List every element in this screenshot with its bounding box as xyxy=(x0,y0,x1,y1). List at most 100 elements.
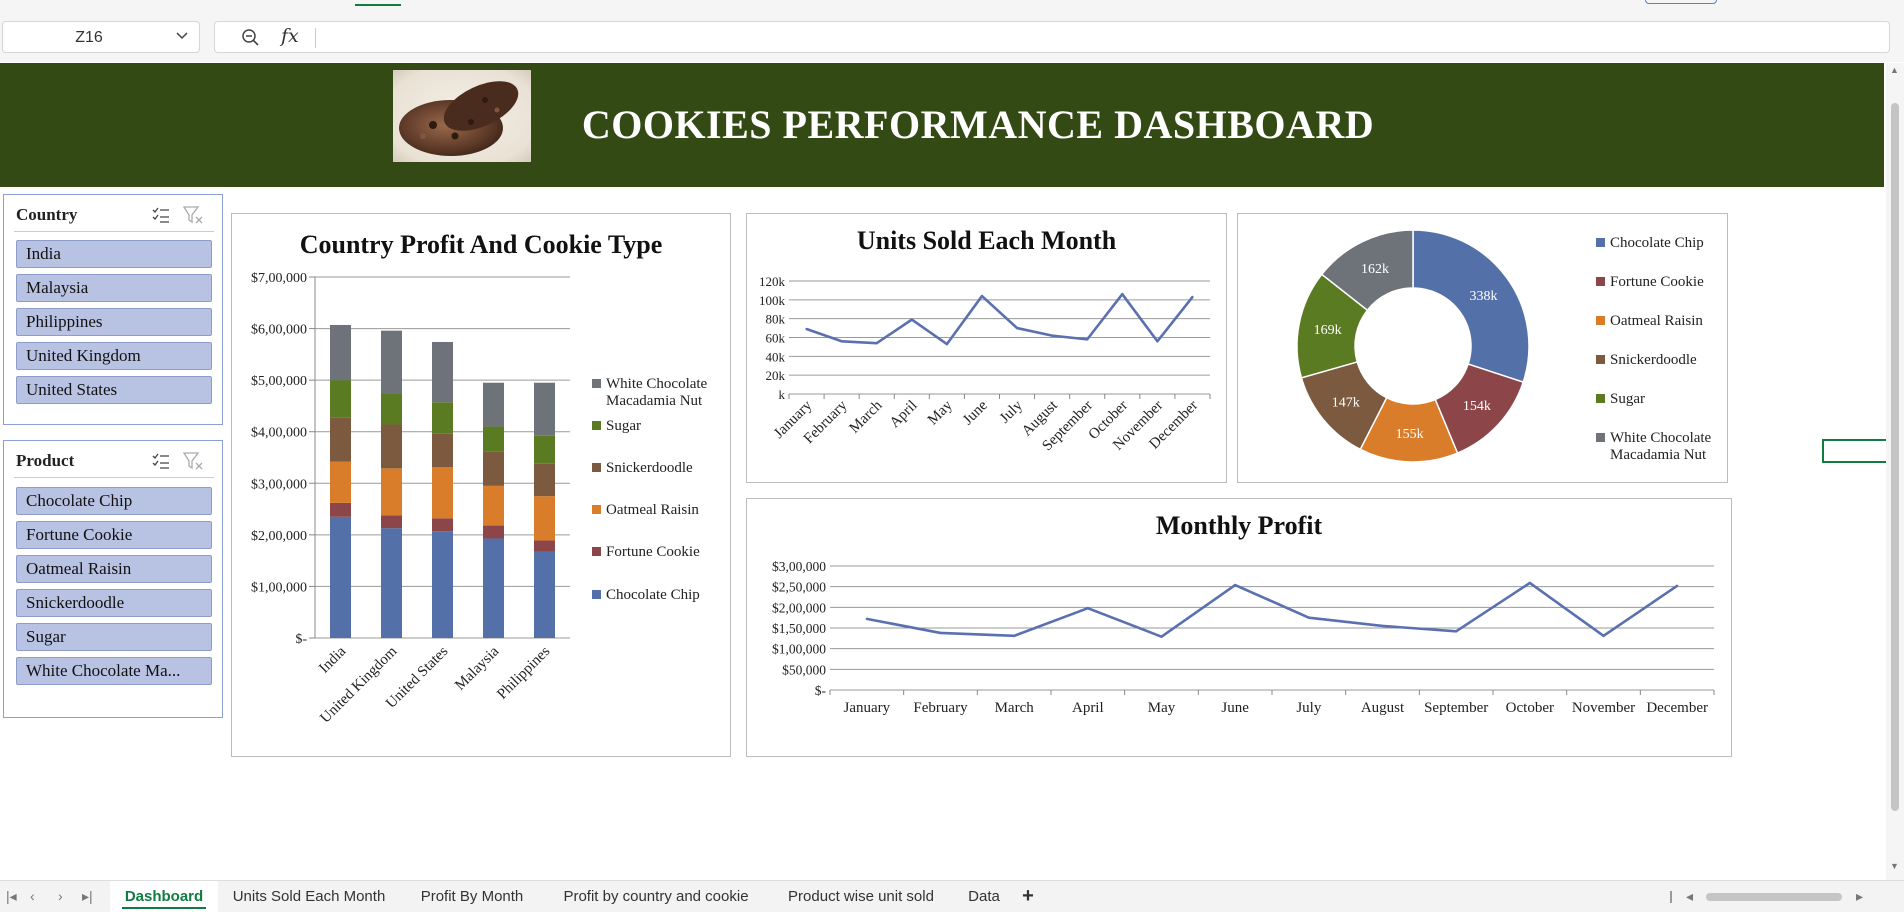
clear-filter-icon[interactable] xyxy=(182,451,204,471)
slicer-item-united-kingdom[interactable]: United Kingdom xyxy=(16,342,212,370)
clear-filter-icon[interactable] xyxy=(182,205,204,225)
country-slicer-title: Country xyxy=(16,205,78,224)
legend-swatch xyxy=(1596,433,1605,442)
data-point xyxy=(1015,326,1019,330)
monthly-profit-chart[interactable]: Monthly Profit $- $50,000 $1,00,000 $1,50,0… xyxy=(746,498,1732,757)
slicer-item-malaysia[interactable]: Malaysia xyxy=(16,274,212,302)
chevron-down-icon[interactable] xyxy=(175,28,189,42)
data-point xyxy=(1307,616,1311,619)
slicer-item-united-states[interactable]: United States xyxy=(16,376,212,404)
tab-product-wise-unit-sold[interactable]: Product wise unit sold xyxy=(768,881,954,912)
data-point xyxy=(1675,584,1679,588)
bar-segment xyxy=(483,451,504,486)
x-tick-label: December xyxy=(1646,700,1708,716)
x-tick-label: Malaysia xyxy=(452,643,502,693)
data-point xyxy=(805,327,808,331)
first-sheet-icon[interactable]: |◂ xyxy=(6,888,17,905)
country-profit-chart[interactable]: Country Profit And Cookie Type $- $1,00,0… xyxy=(231,213,731,757)
y-tick-label: $2,50,000 xyxy=(772,580,826,595)
legend-swatch xyxy=(1596,277,1605,286)
zoom-icon[interactable] xyxy=(241,28,261,48)
legend-label: Fortune Cookie xyxy=(1610,274,1704,290)
legend-swatch xyxy=(1596,355,1605,364)
product-share-chart[interactable]: 338k 154k 155k 147k 169k 162k Chocolate Chip Fo… xyxy=(1237,213,1728,483)
x-tick-label: Philippines xyxy=(494,643,553,702)
tab-profit-by-country-and-cookie[interactable]: Profit by country and cookie xyxy=(544,881,768,912)
horizontal-scroll-thumb[interactable] xyxy=(1706,893,1842,901)
slicer-item-india[interactable]: India xyxy=(16,240,212,268)
multi-select-icon[interactable] xyxy=(151,205,171,225)
tab-splitter[interactable] xyxy=(1670,891,1672,903)
multi-select-icon[interactable] xyxy=(151,451,171,471)
bar-segment xyxy=(330,324,351,381)
fx-icon[interactable]: fx xyxy=(281,25,299,47)
bar-segment xyxy=(330,380,351,418)
x-tick-label: April xyxy=(887,398,921,432)
legend-label: Oatmeal Raisin xyxy=(1610,313,1703,329)
bar-segment xyxy=(534,382,555,436)
data-point xyxy=(910,318,913,321)
bar-segment xyxy=(432,402,453,434)
units-sold-chart[interactable]: Units Sold Each Month k 20k 40k 60k 80k 100k 1… xyxy=(746,213,1227,483)
sheet-tab-bar: |◂ ‹ › ▸| Dashboard Units Sold Each Mont… xyxy=(0,880,1904,912)
legend-label: Macadamia Nut xyxy=(606,393,703,409)
bar-segment xyxy=(381,515,402,529)
series-line xyxy=(866,581,1678,638)
slicer-item-snickerdoodle[interactable]: Snickerdoodle xyxy=(16,589,212,617)
x-tick-label: July xyxy=(1296,700,1322,716)
data-label: 338k xyxy=(1469,289,1497,304)
tab-data[interactable]: Data xyxy=(954,881,1014,912)
slicer-item-oatmeal-raisin[interactable]: Oatmeal Raisin xyxy=(16,555,212,583)
ribbon-button[interactable] xyxy=(1645,0,1717,4)
tab-units-sold-each-month[interactable]: Units Sold Each Month xyxy=(218,881,400,912)
tab-profit-by-month[interactable]: Profit By Month xyxy=(400,881,544,912)
bar-segment xyxy=(432,433,453,468)
bar-segment xyxy=(381,468,402,516)
dashboard-banner: COOKIES PERFORMANCE DASHBOARD xyxy=(0,63,1884,187)
next-sheet-icon[interactable]: › xyxy=(58,888,63,904)
slicer-item-sugar[interactable]: Sugar xyxy=(16,623,212,651)
slicer-item-philippines[interactable]: Philippines xyxy=(16,308,212,336)
data-point xyxy=(1012,634,1016,638)
scroll-down-icon[interactable]: ▼ xyxy=(1890,861,1899,871)
product-slicer-title: Product xyxy=(16,451,75,470)
bar-segment xyxy=(330,461,351,503)
x-tick-label: October xyxy=(1506,700,1554,716)
scroll-up-icon[interactable]: ▲ xyxy=(1890,65,1899,75)
donut-slice xyxy=(1412,229,1530,384)
bar-segment xyxy=(381,393,402,425)
add-sheet-button[interactable]: + xyxy=(1014,881,1042,912)
slicer-item-chocolate-chip[interactable]: Chocolate Chip xyxy=(16,487,212,515)
tab-dashboard[interactable]: Dashboard xyxy=(110,881,218,912)
bar-segment xyxy=(432,341,453,403)
x-tick-label: May xyxy=(1148,700,1176,716)
x-tick-label: January xyxy=(844,700,891,716)
name-box[interactable]: Z16 xyxy=(2,21,200,53)
selected-cell[interactable] xyxy=(1822,439,1892,463)
data-point xyxy=(939,631,942,635)
slicer-divider xyxy=(14,231,214,232)
last-sheet-icon[interactable]: ▸| xyxy=(82,888,93,905)
legend-label: Chocolate Chip xyxy=(606,587,700,603)
x-tick-label: June xyxy=(960,397,991,428)
formula-separator xyxy=(315,28,316,48)
legend-label: White Chocolate xyxy=(1610,430,1712,446)
units-sold-plot: k20k40k60k80k100k120kJanuaryFebruaryMarc… xyxy=(759,274,1211,454)
x-tick-label: India xyxy=(316,643,349,676)
bar-segment xyxy=(534,496,555,541)
country-profit-plot: $- $1,00,000 $2,00,000 $3,00,000 $4,00,000 $5… xyxy=(251,271,708,726)
data-point xyxy=(1121,292,1124,296)
data-point xyxy=(1156,340,1159,343)
vertical-scroll-thumb[interactable] xyxy=(1891,103,1899,811)
prev-sheet-icon[interactable]: ‹ xyxy=(30,888,35,904)
y-tick-label: $7,00,000 xyxy=(251,271,307,286)
formula-input[interactable]: fx xyxy=(214,21,1890,53)
scroll-left-icon[interactable]: ◂ xyxy=(1686,888,1693,905)
bar-segment xyxy=(534,551,555,638)
y-tick-label: $1,50,000 xyxy=(772,621,826,636)
x-tick-label: July xyxy=(997,397,1026,426)
slicer-item-white-chocolate[interactable]: White Chocolate Ma... xyxy=(16,657,212,685)
slicer-item-fortune-cookie[interactable]: Fortune Cookie xyxy=(16,521,212,549)
scroll-right-icon[interactable]: ▸ xyxy=(1856,888,1863,905)
data-label: 169k xyxy=(1314,323,1342,338)
